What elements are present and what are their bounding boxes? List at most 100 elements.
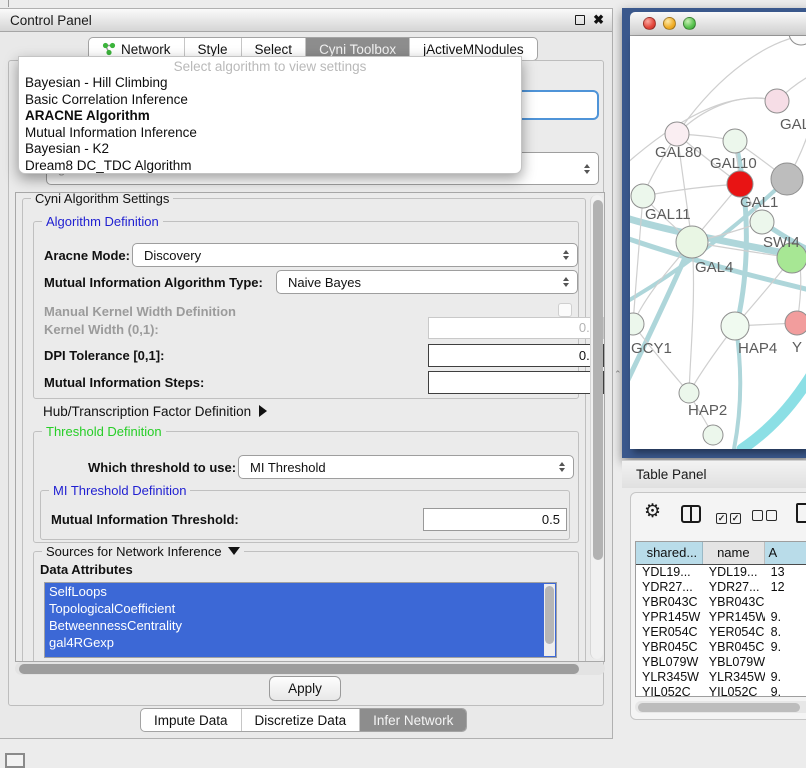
network-node[interactable] — [750, 210, 774, 234]
network-node[interactable] — [630, 313, 644, 335]
table-cell[interactable]: YDR27... — [703, 580, 765, 595]
table-row[interactable]: YBL079WYBL079W — [636, 655, 806, 670]
dropdown-item[interactable]: ARACNE Algorithm — [19, 108, 521, 125]
select-all-icon[interactable]: ✓✓ — [716, 508, 744, 526]
network-edge[interactable] — [633, 196, 643, 324]
table-cell[interactable] — [765, 655, 806, 670]
network-node[interactable] — [771, 163, 803, 195]
table-cell[interactable]: YER054C — [636, 625, 703, 640]
table-row[interactable]: YER054CYER054C8. — [636, 625, 806, 640]
network-edge[interactable] — [689, 242, 694, 393]
tab-infer-network[interactable]: Infer Network — [360, 709, 466, 731]
sources-toggle[interactable]: Sources for Network Inference — [42, 544, 244, 559]
table-cell[interactable]: YER054C — [703, 625, 765, 640]
network-edge[interactable] — [630, 242, 692, 384]
deselect-all-icon[interactable] — [752, 508, 780, 526]
attribute-list-item[interactable]: gal4RGexp — [45, 634, 556, 651]
close-icon[interactable]: ✖ — [593, 12, 604, 28]
dropdown-item[interactable]: Mutual Information Inference — [19, 125, 521, 142]
table-row[interactable]: YDR27...YDR27...12 — [636, 580, 806, 595]
algorithm-dropdown[interactable]: Select algorithm to view settings Bayesi… — [18, 56, 522, 174]
table-row[interactable]: YIL052CYIL052C9. — [636, 685, 806, 697]
table-cell[interactable]: YBR045C — [703, 640, 765, 655]
aracne-mode-combo[interactable]: Discovery — [132, 243, 578, 267]
tab-impute-data[interactable]: Impute Data — [141, 709, 242, 731]
table-horizontal-scrollbar[interactable] — [635, 701, 806, 713]
table-row[interactable]: YLR345WYLR345W9. — [636, 670, 806, 685]
column-header[interactable]: A — [765, 542, 806, 564]
scrollbar-thumb[interactable] — [593, 200, 603, 560]
table-cell[interactable] — [765, 595, 806, 610]
attribute-list-item[interactable]: SelfLoops — [45, 583, 556, 600]
minimize-traffic-light-icon[interactable] — [663, 17, 676, 30]
column-header[interactable]: shared... — [636, 542, 703, 564]
table-cell[interactable]: 9. — [765, 685, 806, 697]
network-node[interactable] — [631, 184, 655, 208]
table-cell[interactable]: 8. — [765, 625, 806, 640]
network-window-titlebar[interactable] — [630, 12, 806, 36]
mi-threshold-field[interactable]: 0.5 — [423, 508, 567, 531]
table-cell[interactable]: 9. — [765, 640, 806, 655]
network-node[interactable] — [676, 226, 708, 258]
table-row[interactable]: YBR043CYBR043C — [636, 595, 806, 610]
network-node[interactable] — [765, 89, 789, 113]
float-window-icon[interactable] — [575, 15, 585, 25]
network-node[interactable] — [665, 122, 689, 146]
network-node[interactable] — [703, 425, 723, 445]
table-cell[interactable]: 12 — [765, 580, 806, 595]
network-node[interactable] — [679, 383, 699, 403]
table-cell[interactable]: YLR345W — [636, 670, 703, 685]
table-cell[interactable]: 13 — [765, 565, 806, 580]
dropdown-item[interactable]: Bayesian - K2 — [19, 141, 521, 158]
table-cell[interactable]: YLR345W — [703, 670, 765, 685]
table-cell[interactable]: YDR27... — [636, 580, 703, 595]
table-cell[interactable]: YBR043C — [636, 595, 703, 610]
attribute-list-item[interactable]: BetweennessCentrality — [45, 617, 556, 634]
scrollbar-thumb[interactable] — [545, 586, 554, 644]
column-header[interactable]: name — [703, 542, 764, 564]
dropdown-item[interactable]: Bayesian - Hill Climbing — [19, 75, 521, 92]
table-cell[interactable]: YBL079W — [703, 655, 765, 670]
manual-kernel-checkbox[interactable] — [558, 303, 572, 317]
table-row[interactable]: YBR045CYBR045C9. — [636, 640, 806, 655]
table-cell[interactable]: YBR045C — [636, 640, 703, 655]
tab-discretize-data[interactable]: Discretize Data — [242, 709, 361, 731]
mi-algorithm-type-combo[interactable]: Naive Bayes — [276, 270, 578, 294]
dpi-tolerance-field[interactable]: 0.0 — [428, 344, 604, 367]
network-edge[interactable] — [643, 184, 740, 196]
which-threshold-combo[interactable]: MI Threshold — [238, 455, 574, 479]
table-cell[interactable]: YBL079W — [636, 655, 703, 670]
minimized-panel-icon[interactable] — [5, 753, 25, 768]
network-node[interactable] — [789, 36, 806, 45]
table-cell[interactable]: YBR043C — [703, 595, 765, 610]
dropdown-item[interactable]: Dream8 DC_TDC Algorithm — [19, 158, 521, 175]
table-cell[interactable]: YPR145W — [703, 610, 765, 625]
scrollbar-thumb[interactable] — [19, 664, 579, 674]
table-cell[interactable]: YDL19... — [636, 565, 703, 580]
gear-icon[interactable]: ⚙ — [644, 502, 661, 522]
network-node[interactable] — [723, 129, 747, 153]
table-cell[interactable]: 9. — [765, 610, 806, 625]
network-canvas[interactable]: GALGAL80GAL10GAL1GAL11SWI4GAL4GCY1HAP4YH… — [630, 36, 806, 449]
table-row[interactable]: YDL19...YDL19...13 — [636, 565, 806, 580]
hub-definition-toggle[interactable]: Hub/Transcription Factor Definition — [43, 404, 267, 419]
network-edge[interactable] — [742, 374, 806, 449]
table-cell[interactable]: YDL19... — [703, 565, 765, 580]
settings-horizontal-scrollbar[interactable] — [15, 662, 605, 675]
table-cell[interactable]: YIL052C — [703, 685, 765, 697]
zoom-traffic-light-icon[interactable] — [683, 17, 696, 30]
data-attributes-list[interactable]: SelfLoopsTopologicalCoefficientBetweenne… — [44, 582, 557, 658]
network-node[interactable] — [785, 311, 806, 335]
table-row[interactable]: YPR145WYPR145W9. — [636, 610, 806, 625]
table-cell[interactable]: YPR145W — [636, 610, 703, 625]
settings-vertical-scrollbar[interactable] — [590, 195, 603, 659]
apply-button[interactable]: Apply — [269, 676, 341, 701]
network-edge[interactable] — [633, 324, 689, 393]
dropdown-item[interactable]: Basic Correlation Inference — [19, 92, 521, 109]
kernel-width-field[interactable]: 0.0 — [428, 317, 604, 339]
network-node[interactable] — [721, 312, 749, 340]
attribute-list-item[interactable]: TopologicalCoefficient — [45, 600, 556, 617]
close-traffic-light-icon[interactable] — [643, 17, 656, 30]
panel-divider-grip[interactable]: ⌃ — [614, 370, 619, 379]
attribute-list-item[interactable] — [45, 651, 556, 658]
